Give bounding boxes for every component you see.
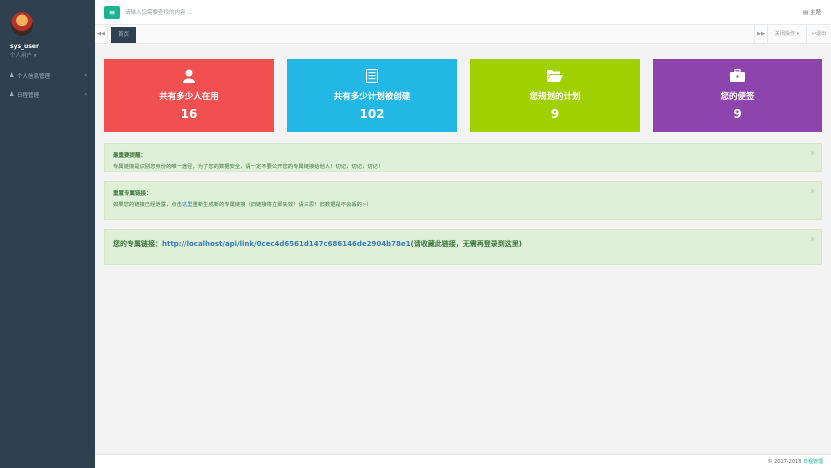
tabs-bar: ◀◀ 首页 ▶▶ 关闭操作 ▾ ↩退出 xyxy=(95,25,831,44)
chevron-left-icon: ‹ xyxy=(84,91,87,98)
stat-card-value: 102 xyxy=(359,107,385,121)
list-icon xyxy=(287,69,457,83)
alert-title: 重置专属链接： xyxy=(113,191,152,197)
footer-copyright: © 2017-2018 xyxy=(767,459,803,465)
alert-text: 专属链接是识别您身份的唯一途径，为了您的数据安全，请一定不要公开您的专属链接给他… xyxy=(113,164,384,170)
user-role-dropdown[interactable]: 个人用户 ▾ xyxy=(10,51,95,59)
logout-label: 退出 xyxy=(816,31,827,37)
profile: sys_user 个人用户 ▾ xyxy=(0,0,95,66)
logout-button[interactable]: ↩退出 xyxy=(806,25,831,43)
alert-title: 最重要提醒： xyxy=(113,153,147,159)
stat-card-plans-created: 共有多少计划被创建 102 xyxy=(287,59,457,132)
stat-card-value: 16 xyxy=(180,107,198,121)
stat-card-notes: 您的便签 9 xyxy=(653,59,822,132)
alert-important-reminder: × 最重要提醒： 专属链接是识别您身份的唯一途径，为了您的数据安全，请一定不要公… xyxy=(104,143,822,172)
sidebar-item-label: 日程管理 xyxy=(17,92,40,99)
hamburger-icon: ≡ xyxy=(108,8,116,17)
user-icon xyxy=(104,69,274,83)
search-input[interactable] xyxy=(125,8,325,18)
user-icon: ♟ xyxy=(9,91,15,98)
folder-open-icon xyxy=(470,69,640,83)
alert-reset-link: × 重置专属链接： 如果您的链接已经泄露，点击这里重新生成新的专属链接（旧链接将… xyxy=(104,181,822,220)
close-icon[interactable]: × xyxy=(810,236,815,243)
close-icon[interactable]: × xyxy=(810,188,815,195)
user-name[interactable]: sys_user xyxy=(10,43,95,50)
sidebar-item-label: 个人信息管理 xyxy=(17,73,51,80)
tab-scroll-right-button[interactable]: ▶▶ xyxy=(754,25,767,43)
exclusive-link-url[interactable]: http://localhost/api/link/0cec4d6561d147… xyxy=(162,240,411,248)
tab-scroll-left-button[interactable]: ◀◀ xyxy=(95,25,108,43)
reset-link[interactable]: 这里 xyxy=(182,202,193,208)
tab-home[interactable]: 首页 xyxy=(111,27,137,43)
close-tabs-dropdown[interactable]: 关闭操作 ▾ xyxy=(767,25,806,43)
exclusive-link-line: 您的专属链接：http://localhost/api/link/0cec4d6… xyxy=(113,239,813,249)
alert-text-before: 如果您的链接已经泄露，点击 xyxy=(113,202,182,208)
alert-exclusive-link: × 您的专属链接：http://localhost/api/link/0cec4… xyxy=(104,229,822,265)
topbar: ≡ ▤ 主题 xyxy=(95,0,831,25)
chevron-left-icon: ‹ xyxy=(84,72,87,79)
briefcase-icon xyxy=(653,69,822,83)
close-icon[interactable]: × xyxy=(810,150,815,157)
footer-link[interactable]: 日程管理 xyxy=(803,459,823,465)
alert-text: 如果您的链接已经泄露，点击这里重新生成新的专属链接（旧链接将立即失效！请三思！旧… xyxy=(113,200,813,208)
sidebar-item-personal-info[interactable]: ♟ 个人信息管理 ‹ xyxy=(0,66,95,85)
theme-label: 主题 xyxy=(809,10,821,16)
menu-toggle-button[interactable]: ≡ xyxy=(104,6,120,19)
exclusive-link-label: 您的专属链接： xyxy=(113,240,162,248)
sidebar: sys_user 个人用户 ▾ ♟ 个人信息管理 ‹ ♟ 日程管理 ‹ xyxy=(0,0,95,468)
stat-card-title: 您规划的计划 xyxy=(529,92,581,102)
footer: © 2017-2018 日程管理 xyxy=(95,454,831,468)
theme-button[interactable]: ▤ 主题 xyxy=(803,8,821,16)
stat-card-title: 共有多少计划被创建 xyxy=(333,92,411,102)
stat-card-my-plans: 您规划的计划 9 xyxy=(470,59,640,132)
sidebar-item-schedule[interactable]: ♟ 日程管理 ‹ xyxy=(0,85,95,104)
user-icon: ♟ xyxy=(9,72,15,79)
avatar[interactable] xyxy=(11,12,33,36)
stat-card-title: 共有多少人在用 xyxy=(159,92,219,102)
stat-card-value: 9 xyxy=(550,107,560,121)
stat-card-title: 您的便签 xyxy=(720,92,755,102)
theme-icon: ▤ xyxy=(803,10,809,16)
stat-card-users: 共有多少人在用 16 xyxy=(104,59,274,132)
alert-text-after: 重新生成新的专属链接（旧链接将立即失效！请三思！旧数据是不会丢的~） xyxy=(192,202,372,208)
stat-card-value: 9 xyxy=(733,107,742,121)
exclusive-link-note: (请收藏此链接，无需再登录到这里) xyxy=(410,240,522,248)
